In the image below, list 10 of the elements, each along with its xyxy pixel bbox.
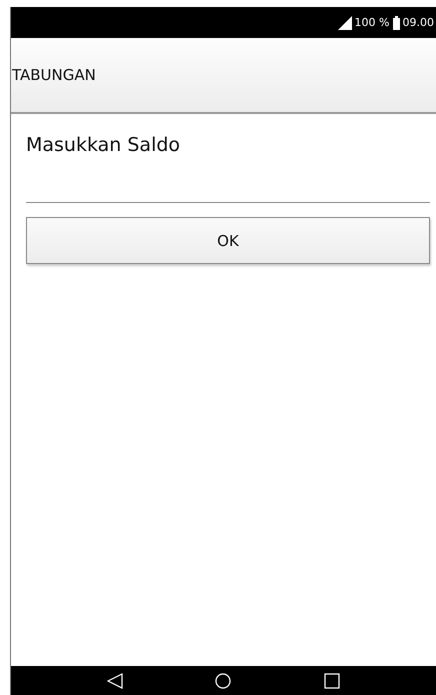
recents-icon[interactable] xyxy=(324,672,340,688)
battery-icon xyxy=(392,16,400,30)
clock-time: 09.00 xyxy=(402,16,434,29)
home-icon[interactable] xyxy=(215,672,232,688)
signal-icon xyxy=(338,16,352,30)
app-title: TABUNGAN xyxy=(11,66,96,84)
ok-button[interactable]: OK xyxy=(26,217,430,264)
back-icon[interactable] xyxy=(107,672,124,688)
battery-percent: 100 % xyxy=(354,16,390,29)
field-label: Masukkan Saldo xyxy=(26,134,182,156)
